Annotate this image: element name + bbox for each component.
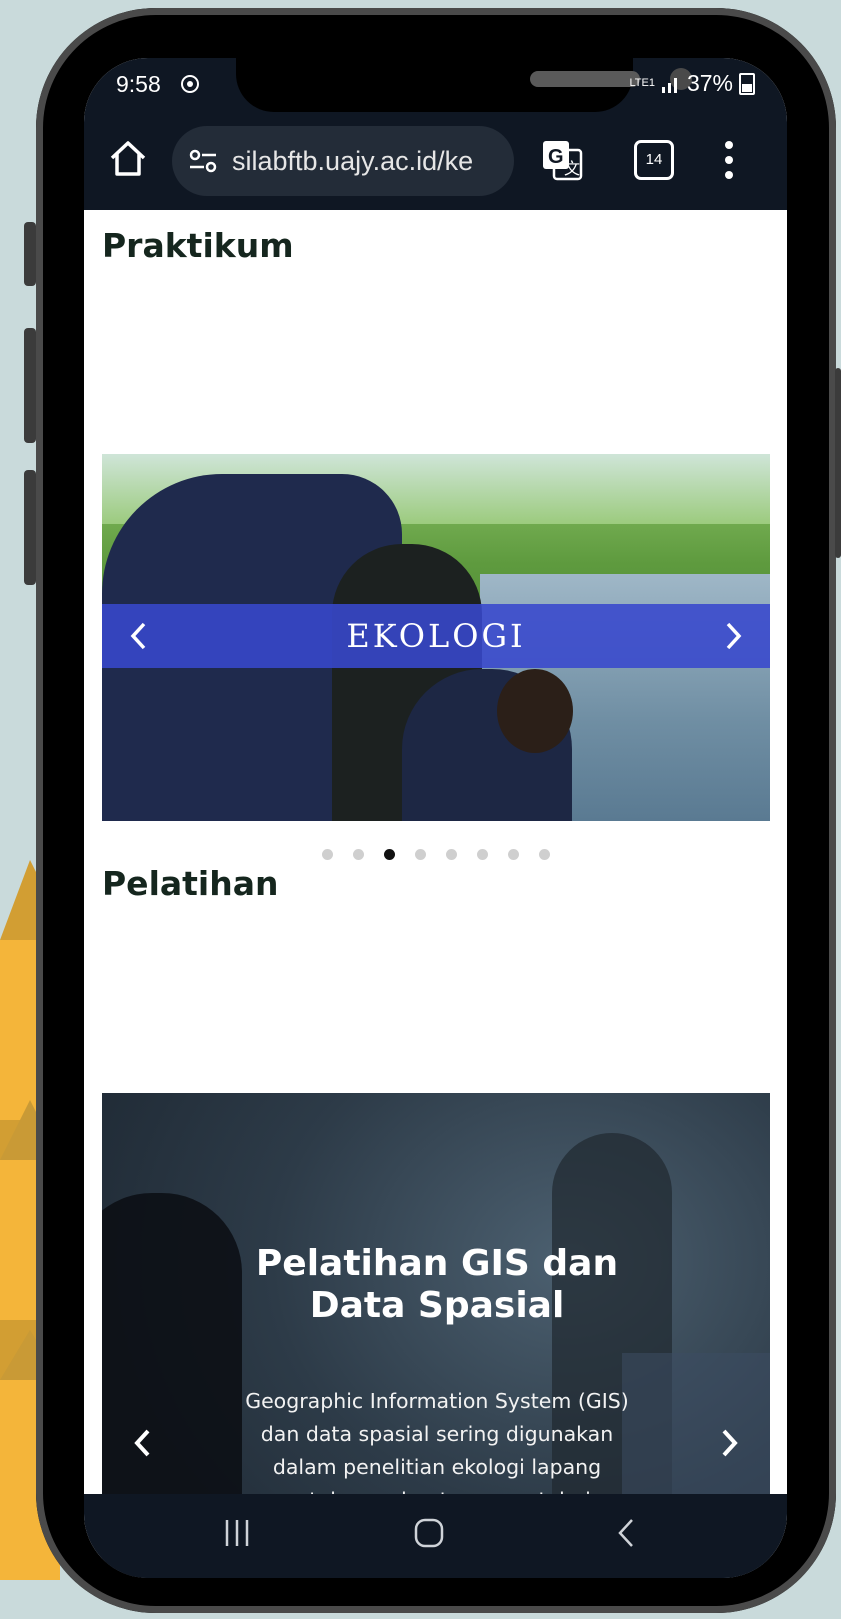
carousel-dot[interactable]	[445, 849, 457, 860]
back-nav-icon[interactable]	[612, 1516, 642, 1550]
battery-icon	[739, 72, 755, 95]
more-menu-icon[interactable]	[724, 138, 734, 182]
section-title-praktikum: Praktikum	[102, 226, 294, 265]
carousel-dot[interactable]	[383, 849, 395, 860]
slide-photo-person-head	[497, 669, 573, 753]
system-nav-bar	[84, 1494, 787, 1578]
carousel-caption: EKOLOGI	[346, 617, 526, 655]
camera-notch	[236, 58, 692, 112]
home-icon[interactable]	[104, 134, 152, 182]
carousel-dot[interactable]	[507, 849, 519, 860]
carousel-dot[interactable]	[538, 849, 550, 860]
carousel-dot[interactable]	[352, 849, 364, 860]
tabs-icon[interactable]: 14	[634, 140, 674, 180]
translate-icon[interactable]: G 文	[540, 138, 584, 182]
slide-heading: Pelatihan GIS dan Data Spasial	[255, 1243, 619, 1326]
network-label: LTE1	[629, 77, 655, 89]
section-title-pelatihan: Pelatihan	[102, 864, 279, 903]
phone-side-button	[24, 222, 36, 286]
phone-volume-down	[24, 470, 36, 585]
url-bar[interactable]: silabftb.uajy.ac.id/ke	[172, 126, 514, 196]
carousel-dot[interactable]	[414, 849, 426, 860]
battery-percent: 37%	[686, 70, 733, 96]
status-time: 9:58	[116, 71, 161, 97]
praktikum-carousel[interactable]: EKOLOGI	[102, 454, 770, 821]
chevron-right-icon[interactable]	[724, 621, 744, 651]
site-settings-icon[interactable]	[188, 148, 218, 174]
phone-screen: 9:58 LTE1 37% silabftb.uajy.ac.id/ke G 文…	[84, 58, 787, 1578]
signal-icon	[661, 77, 677, 93]
recent-apps-icon[interactable]	[222, 1516, 252, 1550]
chevron-left-icon[interactable]	[128, 621, 148, 651]
status-app-icon	[181, 75, 199, 93]
address-row: silabftb.uajy.ac.id/ke G 文 14	[84, 122, 787, 198]
status-indicators: LTE1 37%	[629, 70, 755, 97]
carousel-indicators	[84, 844, 787, 860]
svg-text:文: 文	[564, 160, 580, 178]
phone-power-button	[835, 368, 841, 558]
speaker-grille	[530, 71, 640, 87]
home-nav-icon[interactable]	[414, 1516, 444, 1550]
carousel-dot[interactable]	[476, 849, 488, 860]
phone-volume-up	[24, 328, 36, 443]
url-text: silabftb.uajy.ac.id/ke	[232, 145, 474, 176]
carousel-caption-band: EKOLOGI	[102, 604, 770, 668]
carousel-dot[interactable]	[321, 849, 333, 860]
svg-text:G: G	[548, 146, 564, 168]
chevron-left-icon[interactable]	[132, 1428, 152, 1458]
browser-top-bar: 9:58 LTE1 37% silabftb.uajy.ac.id/ke G 文…	[84, 58, 787, 210]
chevron-right-icon[interactable]	[720, 1428, 740, 1458]
